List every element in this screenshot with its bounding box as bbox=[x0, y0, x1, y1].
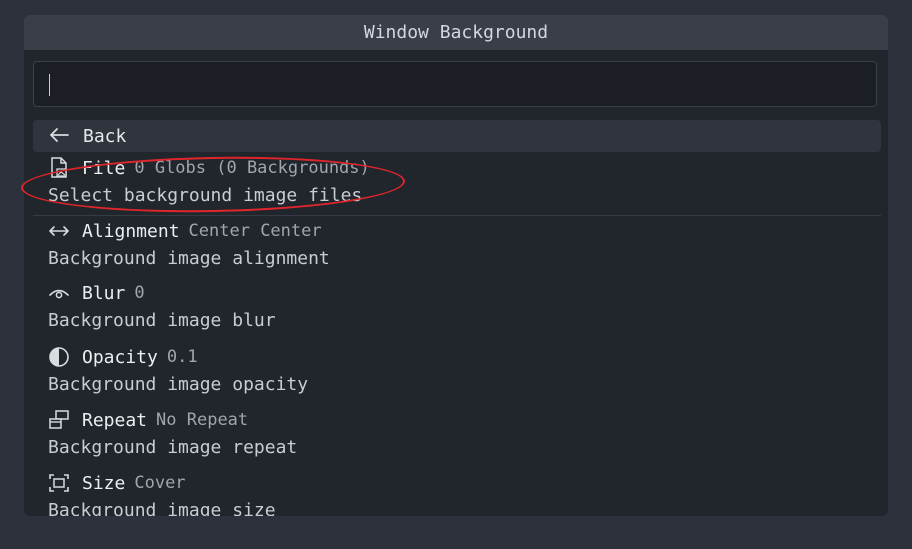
item-name: Size bbox=[82, 472, 126, 494]
item-value: Center Center bbox=[188, 221, 322, 241]
eye-icon bbox=[48, 282, 70, 304]
item-name: Blur bbox=[82, 282, 126, 304]
back-label: Back bbox=[83, 125, 127, 147]
arrow-left-icon bbox=[49, 126, 69, 146]
item-name: File bbox=[82, 157, 126, 179]
item-description: Background image size bbox=[48, 499, 276, 517]
item-name: Opacity bbox=[82, 346, 158, 368]
item-value: 0.1 bbox=[166, 347, 198, 367]
list-item-file[interactable]: File 0 Globs (0 Backgrounds) Select back… bbox=[48, 155, 878, 209]
item-description: Background image opacity bbox=[48, 373, 309, 395]
item-description: Background image blur bbox=[48, 309, 276, 331]
frame-size-icon bbox=[48, 472, 70, 494]
list-item-opacity[interactable]: Opacity 0.1 Background image opacity bbox=[48, 344, 878, 398]
repeat-windows-icon bbox=[48, 409, 70, 431]
item-value: 0 Globs (0 Backgrounds) bbox=[134, 158, 370, 178]
search-input[interactable] bbox=[33, 61, 877, 107]
item-value: No Repeat bbox=[156, 410, 249, 430]
panel-title: Window Background bbox=[24, 15, 888, 50]
list-item-size[interactable]: Size Cover Background image size bbox=[48, 470, 878, 517]
half-circle-icon bbox=[48, 346, 70, 368]
arrows-horizontal-icon bbox=[48, 220, 70, 242]
item-description: Background image alignment bbox=[48, 247, 330, 269]
divider bbox=[33, 215, 881, 216]
back-button[interactable]: Back bbox=[33, 120, 881, 152]
list-item-alignment[interactable]: Alignment Center Center Background image… bbox=[48, 218, 878, 272]
text-caret bbox=[49, 74, 50, 96]
item-name: Repeat bbox=[82, 409, 148, 431]
item-description: Background image repeat bbox=[48, 436, 298, 458]
list-item-repeat[interactable]: Repeat No Repeat Background image repeat bbox=[48, 407, 878, 461]
list-item-blur[interactable]: Blur 0 Background image blur bbox=[48, 280, 878, 334]
item-description: Select background image files bbox=[48, 184, 363, 206]
file-image-icon bbox=[48, 157, 70, 179]
item-name: Alignment bbox=[82, 220, 180, 242]
item-value: Cover bbox=[134, 473, 186, 493]
item-value: 0 bbox=[134, 283, 145, 303]
window-background-panel: Window Background Back File 0 Globs (0 B… bbox=[24, 15, 888, 516]
